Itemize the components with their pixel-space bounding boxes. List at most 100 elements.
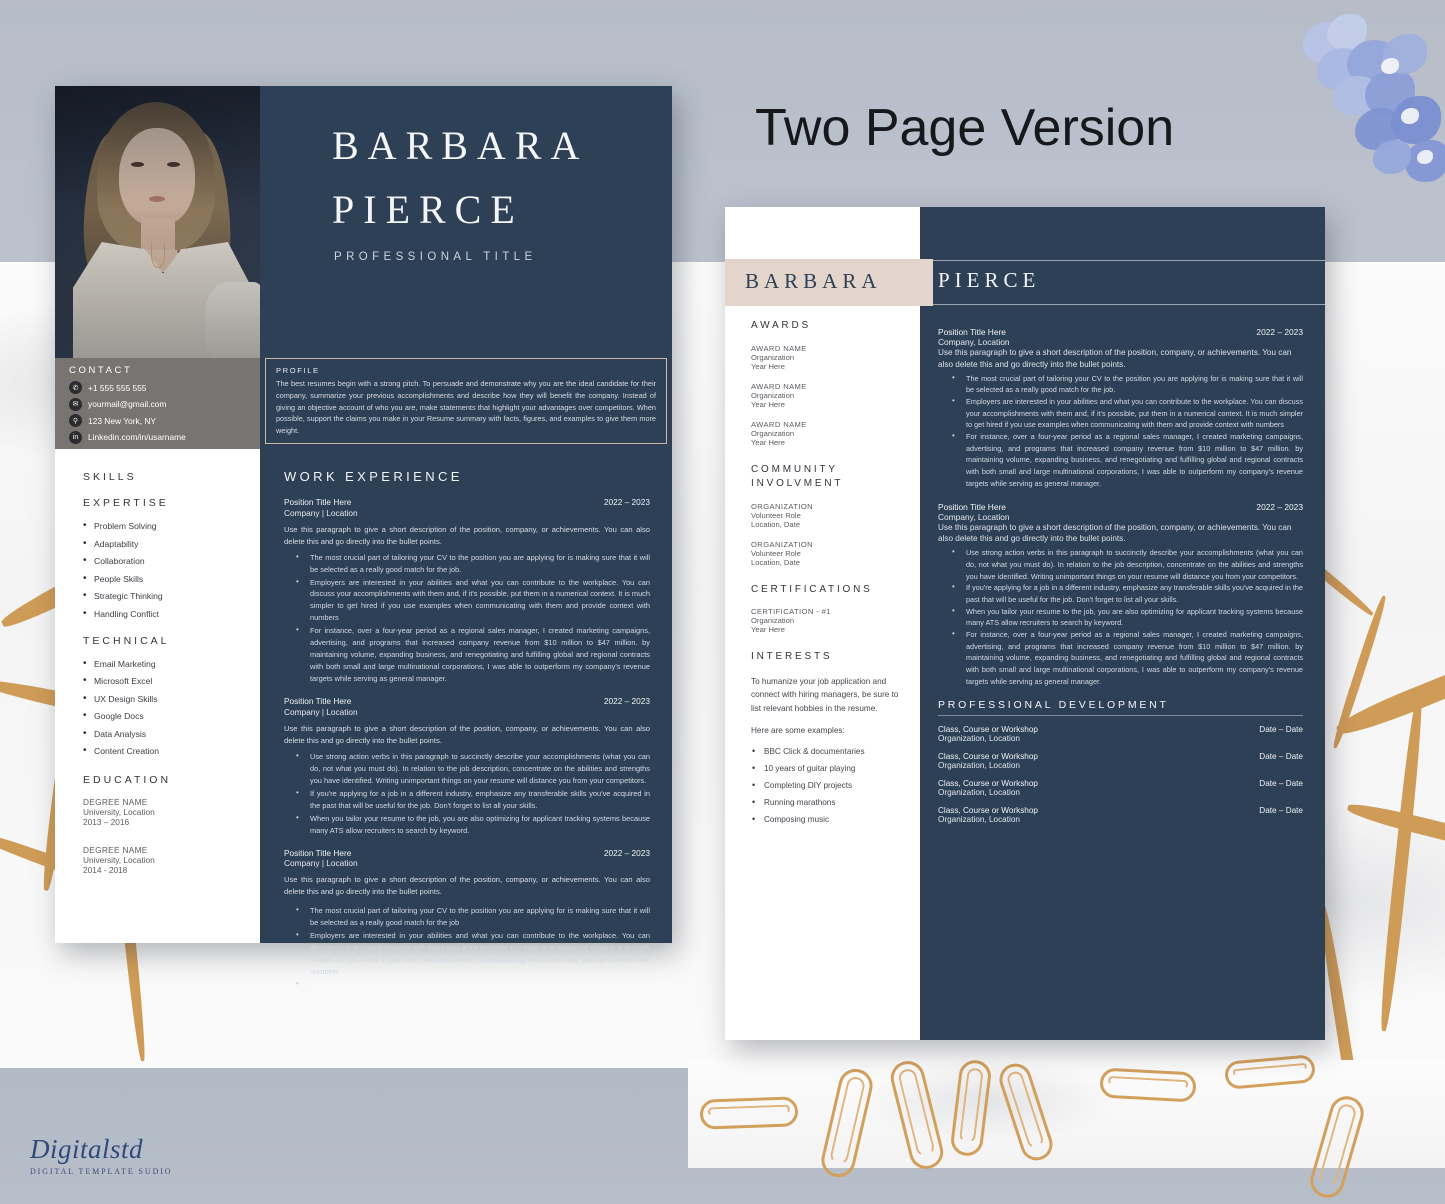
contact-address: 123 New York, NY bbox=[88, 415, 156, 426]
course-date: Date – Date bbox=[1259, 752, 1303, 762]
degree-name: DEGREE NAME bbox=[83, 845, 148, 855]
resume-page-2[interactable]: BARBARA PIERCE AWARDS AWARD NAME Organiz… bbox=[725, 207, 1325, 1040]
job-title: Position Title Here bbox=[284, 696, 352, 707]
brand-logo: Digitalstd DIGITAL TEMPLATE SUDIO bbox=[30, 1134, 172, 1176]
list-item: Use strong action verbs in this paragrap… bbox=[284, 750, 650, 787]
contact-linkedin: Linkedin.com/in/usarname bbox=[88, 432, 186, 442]
course-name: Class, Course or Workshop bbox=[938, 725, 1038, 735]
job-bullets: Use strong action verbs in this paragrap… bbox=[938, 546, 1303, 687]
professional-title: PROFESSIONAL TITLE bbox=[334, 251, 537, 263]
page2-sidebar: AWARDS AWARD NAME Organization Year Here… bbox=[725, 313, 920, 832]
contact-item[interactable]: ✆ +1 555 555 555 bbox=[69, 381, 260, 394]
paperclip-icon bbox=[699, 1096, 799, 1130]
job-description: Use this paragraph to give a short descr… bbox=[284, 875, 650, 896]
contact-item[interactable]: ✉ yourmail@gmail.com bbox=[69, 397, 260, 411]
award-org: Organization bbox=[751, 428, 795, 438]
degree-school: University, Location bbox=[83, 855, 155, 865]
job-bullets: The most crucial part of tailoring your … bbox=[284, 904, 650, 991]
course-name: Class, Course or Workshop bbox=[938, 779, 1038, 789]
job-company: Company | Location bbox=[284, 706, 358, 717]
job-entry: Position Title Here 2022 – 2023 Company,… bbox=[938, 502, 1303, 688]
community-heading: COMMUNITY INVOLVMENT bbox=[751, 463, 844, 490]
job-title: Position Title Here bbox=[284, 497, 352, 507]
interests-list: BBC Click & documentaries 10 years of gu… bbox=[751, 746, 906, 824]
work-experience-section: WORK EXPERIENCE Position Title Here 2022… bbox=[260, 449, 672, 991]
profile-heading: PROFILE bbox=[276, 366, 320, 375]
job-title: Position Title Here bbox=[938, 501, 1006, 512]
list-item: Google Docs bbox=[83, 710, 260, 721]
community-location: Location, Date bbox=[751, 557, 800, 567]
community-role: Volunteer Role bbox=[751, 510, 801, 520]
resume-page-1[interactable]: BARBARA PIERCE PROFESSIONAL TITLE CONTAC… bbox=[55, 86, 672, 991]
job-company: Company, Location bbox=[938, 337, 1010, 347]
list-item: Employers are interested in your abiliti… bbox=[284, 929, 650, 978]
list-item: If you're applying for a job in a differ… bbox=[938, 581, 1303, 605]
contact-item[interactable]: in Linkedin.com/in/usarname bbox=[69, 430, 260, 444]
community-entry: ORGANIZATION Volunteer Role Location, Da… bbox=[751, 502, 906, 529]
award-org: Organization bbox=[751, 390, 795, 400]
certification-entry: CERTIFICATION - #1 Organization Year Her… bbox=[751, 607, 906, 634]
list-item: Problem Solving bbox=[83, 520, 260, 531]
job-entry: Position Title Here 2022 – 2023 Company,… bbox=[938, 327, 1303, 490]
list-item: The most crucial part of tailoring your … bbox=[938, 372, 1303, 396]
degree-years: 2014 - 2018 bbox=[83, 865, 128, 875]
list-item: Employers are interested in your abiliti… bbox=[284, 576, 650, 625]
mockup-canvas: BARBARA PIERCE PROFESSIONAL TITLE CONTAC… bbox=[0, 0, 1445, 1204]
job-date: 2022 – 2023 bbox=[1256, 501, 1303, 512]
list-item: BBC Click & documentaries bbox=[751, 746, 906, 756]
technical-heading: TECHNICAL bbox=[83, 634, 170, 647]
job-bullets: The most crucial part of tailoring your … bbox=[284, 551, 650, 686]
education-entry: DEGREE NAME University, Location 2014 - … bbox=[83, 845, 260, 875]
professional-development-section: PROFESSIONAL DEVELOPMENT Class, Course o… bbox=[938, 699, 1303, 824]
brand-tagline: DIGITAL TEMPLATE SUDIO bbox=[30, 1167, 173, 1176]
course-date: Date – Date bbox=[1259, 725, 1303, 735]
job-company: Company | Location bbox=[284, 507, 358, 518]
list-item: Microsoft Excel bbox=[83, 675, 260, 686]
contact-section: CONTACT ✆ +1 555 555 555 ✉ yourmail@gmai… bbox=[55, 358, 260, 449]
award-year: Year Here bbox=[751, 399, 785, 409]
award-entry: AWARD NAME Organization Year Here bbox=[751, 382, 906, 409]
community-entry: ORGANIZATION Volunteer Role Location, Da… bbox=[751, 540, 906, 567]
degree-name: DEGREE NAME bbox=[83, 797, 148, 807]
job-description: Use this paragraph to give a short descr… bbox=[284, 723, 650, 746]
contact-heading: CONTACT bbox=[69, 365, 133, 376]
award-year: Year Here bbox=[751, 437, 785, 447]
profile-photo bbox=[55, 86, 260, 358]
list-item: If you're applying for a job in a differ… bbox=[284, 787, 650, 812]
development-row: Class, Course or Workshop Organization, … bbox=[938, 779, 1303, 797]
interests-intro: To humanize your job application and con… bbox=[751, 676, 899, 713]
skills-heading: SKILLS bbox=[83, 471, 137, 483]
job-date: 2022 – 2023 bbox=[603, 497, 650, 507]
professional-development-heading: PROFESSIONAL DEVELOPMENT bbox=[938, 699, 1303, 717]
award-entry: AWARD NAME Organization Year Here bbox=[751, 420, 906, 447]
page1-sidebar: SKILLS EXPERTISE Problem Solving Adaptab… bbox=[55, 449, 260, 943]
list-item: When you tailor your resume to the job, … bbox=[284, 812, 650, 837]
course-org: Organization, Location bbox=[938, 788, 1020, 798]
list-item: Email Marketing bbox=[83, 658, 260, 669]
development-row: Class, Course or Workshop Organization, … bbox=[938, 752, 1303, 770]
contact-phone: +1 555 555 555 bbox=[88, 382, 147, 393]
list-item: The most crucial part of tailoring your … bbox=[284, 551, 650, 576]
contact-email: yourmail@gmail.com bbox=[88, 399, 167, 409]
last-name: PIERCE bbox=[332, 187, 524, 232]
list-item: Completing DIY projects bbox=[751, 780, 906, 790]
technical-list: Email Marketing Microsoft Excel UX Desig… bbox=[83, 658, 260, 757]
award-org: Organization bbox=[751, 352, 795, 362]
list-item: 10 years of guitar playing bbox=[751, 763, 906, 773]
contact-item[interactable]: ⚲ 123 New York, NY bbox=[69, 414, 260, 427]
job-bullets: The most crucial part of tailoring your … bbox=[938, 372, 1303, 490]
development-row: Class, Course or Workshop Organization, … bbox=[938, 725, 1303, 743]
course-org: Organization, Location bbox=[938, 761, 1020, 771]
community-org: ORGANIZATION bbox=[751, 539, 814, 549]
list-item: For instance, over a four-year period as… bbox=[284, 624, 650, 685]
list-item: Adaptability bbox=[83, 538, 260, 549]
expertise-list: Problem Solving Adaptability Collaborati… bbox=[83, 520, 260, 619]
list-item: The most crucial part of tailoring your … bbox=[284, 904, 650, 929]
job-description: Use this paragraph to give a short descr… bbox=[938, 348, 1292, 369]
education-heading: EDUCATION bbox=[83, 774, 172, 786]
award-name: AWARD NAME bbox=[751, 381, 807, 391]
job-entry: Position Title Here 2022 – 2023 Company … bbox=[284, 497, 650, 685]
location-pin-icon: ⚲ bbox=[69, 414, 82, 427]
expertise-heading: EXPERTISE bbox=[83, 497, 169, 509]
work-experience-heading: WORK EXPERIENCE bbox=[284, 469, 463, 484]
